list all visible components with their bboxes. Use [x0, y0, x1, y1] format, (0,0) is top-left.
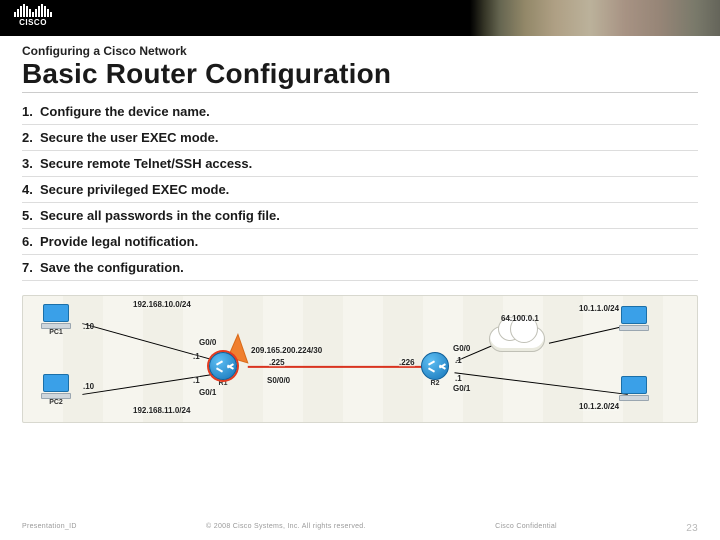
net-top-left: 192.168.10.0/24: [133, 300, 191, 309]
page-number: 23: [686, 523, 698, 534]
r1-s000: S0/0/0: [267, 376, 290, 385]
pc-base-icon: [619, 325, 649, 331]
r2-g00: G0/0: [453, 344, 470, 353]
r1-g00: G0/0: [199, 338, 216, 347]
footer-right: Cisco Confidential: [495, 523, 557, 534]
r2-g01: G0/1: [453, 384, 470, 393]
step-item: 4.Secure privileged EXEC mode.: [22, 177, 698, 203]
monitor-icon: [621, 306, 647, 324]
step-item: 2.Secure the user EXEC mode.: [22, 125, 698, 151]
monitor-icon: [43, 304, 69, 322]
r2-g01-ip: .1: [455, 374, 462, 383]
r1-g01: G0/1: [199, 388, 216, 397]
step-text: Provide legal notification.: [40, 234, 198, 249]
content-area: Configuring a Cisco Network Basic Router…: [0, 36, 720, 281]
step-text: Secure privileged EXEC mode.: [40, 182, 229, 197]
logo-text: CISCO: [19, 18, 47, 27]
r1-label: R1: [209, 380, 237, 387]
pc1-addr: .10: [83, 322, 94, 331]
pc-base-icon: [619, 395, 649, 401]
footer: Presentation_ID © 2008 Cisco Systems, In…: [0, 523, 720, 534]
pc2: PC2: [41, 374, 71, 406]
section-kicker: Configuring a Cisco Network: [22, 44, 698, 58]
net-bottom-left: 192.168.11.0/24: [133, 406, 190, 415]
pc2-addr: .10: [83, 382, 94, 391]
step-item: 1.Configure the device name.: [22, 99, 698, 125]
step-text: Secure all passwords in the config file.: [40, 208, 280, 223]
pc2-label: PC2: [41, 399, 71, 406]
net-wan: 209.165.200.224/30: [251, 346, 322, 355]
pc-right-top: [619, 306, 649, 331]
step-text: Secure the user EXEC mode.: [40, 130, 218, 145]
step-item: 3.Secure remote Telnet/SSH access.: [22, 151, 698, 177]
slide-title: Basic Router Configuration: [22, 58, 698, 93]
header-people-strip: [470, 0, 720, 36]
router-r2: R2: [421, 352, 449, 387]
step-text: Configure the device name.: [40, 104, 210, 119]
monitor-icon: [621, 376, 647, 394]
step-item: 6.Provide legal notification.: [22, 229, 698, 255]
net-right1: 10.1.1.0/24: [579, 304, 619, 313]
footer-center: © 2008 Cisco Systems, Inc. All rights re…: [206, 523, 366, 534]
pc-right-bottom: [619, 376, 649, 401]
cloud-icon: [489, 326, 545, 352]
r2-label: R2: [421, 380, 449, 387]
cisco-bridge-icon: [14, 3, 52, 17]
r2-g00-ip: .1: [455, 356, 462, 365]
footer-left: Presentation_ID: [22, 523, 77, 534]
router-icon: [209, 352, 237, 380]
router-r1: R1: [209, 352, 237, 387]
step-text: Secure remote Telnet/SSH access.: [40, 156, 252, 171]
step-text: Save the configuration.: [40, 260, 184, 275]
r1-s000-ip: .225: [269, 358, 285, 367]
internet-cloud: [489, 326, 545, 352]
step-item: 5.Secure all passwords in the config fil…: [22, 203, 698, 229]
cisco-logo: CISCO: [14, 3, 52, 27]
top-bar: CISCO: [0, 0, 720, 36]
r2-s-ip: .226: [399, 358, 415, 367]
r1-g01-ip: .1: [193, 376, 200, 385]
r1-g00-ip: .1: [193, 352, 200, 361]
cloud-addr: 64.100.0.1: [501, 314, 539, 323]
monitor-icon: [43, 374, 69, 392]
pc1-label: PC1: [41, 329, 71, 336]
slide: CISCO Configuring a Cisco Network Basic …: [0, 0, 720, 540]
steps-list: 1.Configure the device name. 2.Secure th…: [22, 99, 698, 281]
router-icon: [421, 352, 449, 380]
net-right2: 10.1.2.0/24: [579, 402, 619, 411]
step-item: 7.Save the configuration.: [22, 255, 698, 281]
pc1: PC1: [41, 304, 71, 336]
network-diagram: PC1 .10 PC2 .10 192.168.10.0/24 192.168.…: [22, 295, 698, 423]
